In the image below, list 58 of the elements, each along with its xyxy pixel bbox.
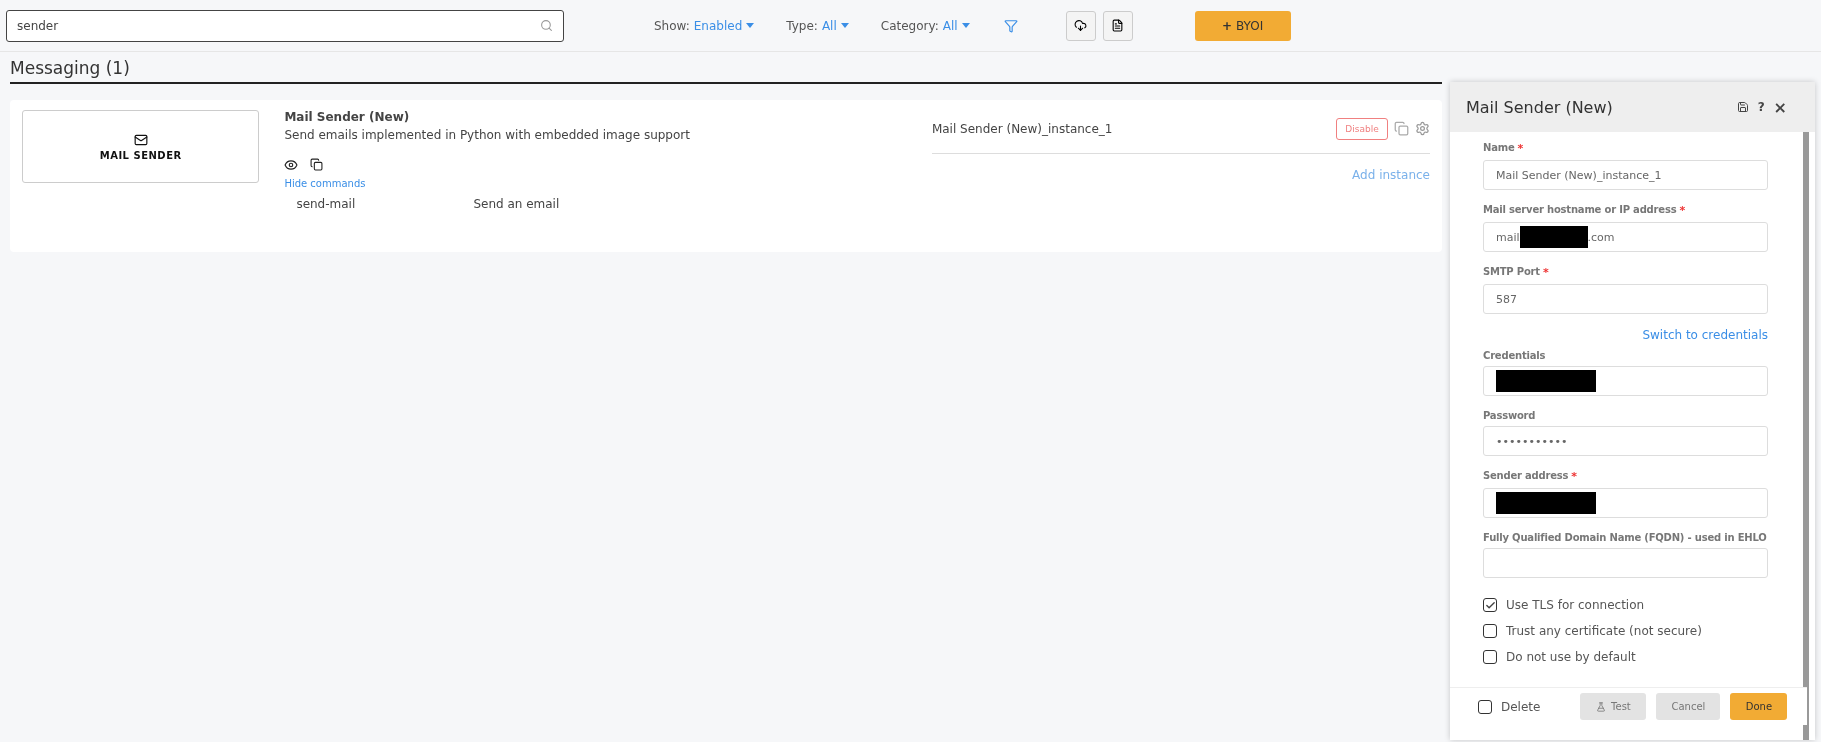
document-button[interactable]: [1102, 10, 1133, 41]
test-button[interactable]: Test: [1580, 693, 1647, 720]
close-button[interactable]: ×: [1773, 97, 1787, 117]
settings-icon[interactable]: [1415, 121, 1430, 136]
required-mark: *: [1571, 470, 1578, 483]
input-field[interactable]: [1483, 548, 1768, 578]
field-label: Credentials: [1483, 350, 1546, 361]
filter-dropdown[interactable]: Type: All: [786, 18, 849, 33]
checkbox-label: Delete: [1501, 699, 1541, 714]
required-mark: *: [1679, 204, 1686, 217]
flask-icon: [1596, 701, 1607, 712]
copy-icon[interactable]: [310, 158, 324, 171]
required-mark: *: [1542, 266, 1549, 279]
required-mark: *: [1517, 142, 1524, 155]
switch-credentials-link[interactable]: Switch to credentials: [1642, 328, 1768, 342]
filter-icon[interactable]: [1003, 18, 1018, 33]
field-label: SMTP Port: [1483, 266, 1540, 277]
done-button[interactable]: Done: [1730, 693, 1788, 720]
panel-title: Mail Sender (New): [1466, 97, 1613, 117]
checkbox-label: Use TLS for connection: [1506, 598, 1645, 612]
help-button[interactable]: ?: [1757, 100, 1765, 114]
input-field[interactable]: •••••••••••: [1483, 426, 1768, 456]
search-field[interactable]: sender: [6, 9, 564, 42]
input-field[interactable]: [1483, 488, 1768, 518]
cloud-download-button[interactable]: [1065, 10, 1096, 41]
integration-name: Mail Sender (New): [284, 110, 411, 124]
input-field[interactable]: mail .com: [1483, 222, 1768, 252]
save-icon[interactable]: [1736, 101, 1749, 113]
checkbox[interactable]: [1483, 650, 1497, 664]
integration-description: Send emails implemented in Python with embedded image support: [284, 128, 691, 142]
integration-logo: MAIL SENDER: [22, 110, 260, 183]
eye-icon[interactable]: [284, 158, 299, 172]
hide-commands-link[interactable]: Hide commands: [284, 178, 890, 189]
input-field[interactable]: Mail Sender (New)_instance_1: [1483, 160, 1768, 190]
field-label: Fully Qualified Domain Name (FQDN) - used in EHLO: [1483, 532, 1767, 543]
byoi-button[interactable]: + BYOI: [1194, 10, 1291, 41]
checkbox[interactable]: [1478, 699, 1492, 714]
field-label: Name: [1483, 142, 1515, 153]
field-label: Mail server hostname or IP address: [1483, 204, 1677, 215]
filter-dropdown[interactable]: Category: All: [880, 18, 970, 33]
search-icon: [540, 19, 553, 32]
cancel-button[interactable]: Cancel: [1656, 693, 1721, 720]
document-icon: [1111, 19, 1125, 32]
checkbox[interactable]: [1483, 598, 1497, 612]
checkbox-label: Trust any certificate (not secure): [1506, 624, 1702, 638]
checkbox-label: Do not use by default: [1506, 650, 1636, 664]
filter-dropdown[interactable]: Show: Enabled: [654, 18, 755, 33]
command-description: Send an email: [473, 197, 560, 211]
input-field[interactable]: 587: [1483, 284, 1768, 314]
command-name: send-mail: [296, 197, 357, 211]
section-title: Messaging (1): [10, 58, 1442, 84]
instance-name[interactable]: Mail Sender (New)_instance_1: [931, 121, 1113, 136]
cloud-download-icon: [1074, 19, 1088, 32]
field-label: Sender address: [1483, 470, 1569, 481]
field-label: Password: [1483, 410, 1536, 421]
checkbox[interactable]: [1483, 624, 1497, 638]
input-field[interactable]: [1483, 366, 1768, 396]
redaction-block: [1519, 226, 1588, 248]
